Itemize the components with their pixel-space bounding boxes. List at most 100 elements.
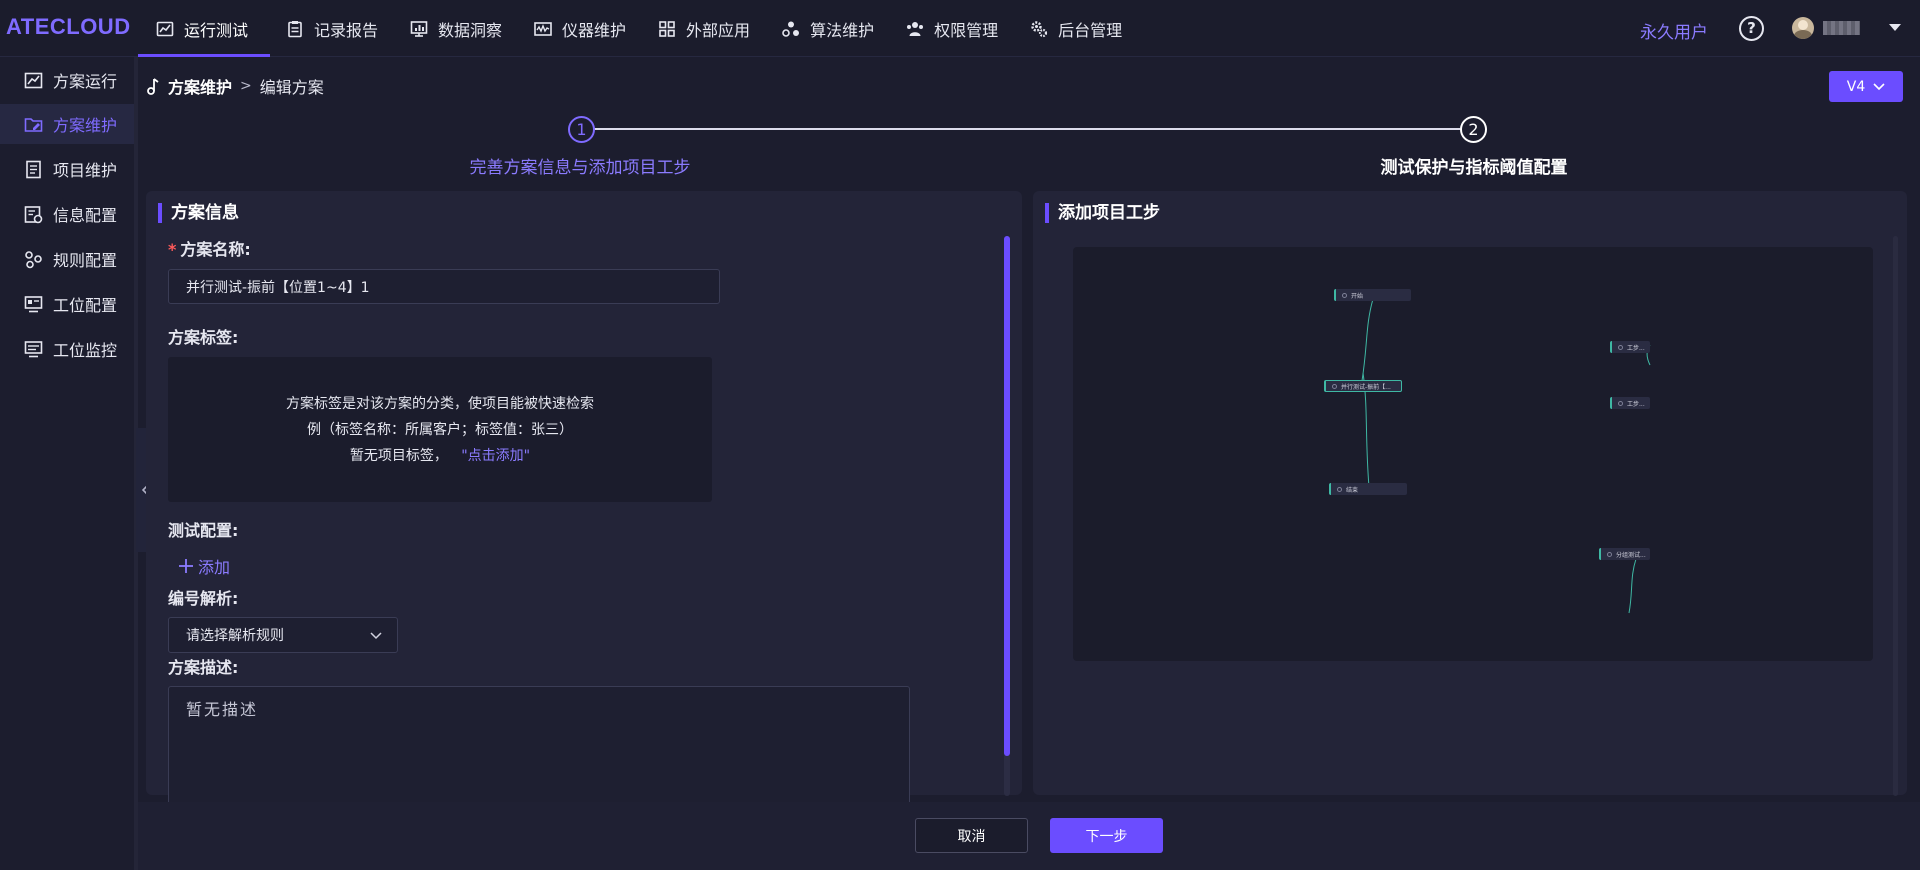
chevron-down-icon [370,632,382,640]
nav-item-label: 数据洞察 [438,20,503,40]
add-button-label: 添加 [198,558,231,577]
flow-node-right-2[interactable]: 工步... [1610,397,1650,409]
node-dot-icon [1618,344,1623,350]
folder-edit-icon [24,117,43,132]
node-label: 工步... [1627,400,1645,408]
nav-item-data-insight[interactable]: 数据洞察 [394,0,518,57]
right-panel-scrollbar-track[interactable] [1893,236,1898,796]
node-dot-icon [1332,383,1337,389]
footer-bar [138,802,1920,870]
chart-line-icon [24,72,43,88]
sidebar-item-plan-run[interactable]: 方案运行 [0,60,134,100]
flow-edges [1360,298,1651,614]
next-step-button[interactable]: 下一步 [1050,818,1163,853]
clipboard-icon [288,20,302,37]
sidebar-item-station-monitor[interactable]: 工位监控 [0,329,134,369]
node-dot-icon [1342,292,1347,298]
plan-tags-label: 方案标签: [168,328,239,347]
nav-item-run-test[interactable]: 运行测试 [138,0,270,57]
parse-rule-label: 编号解析: [168,589,239,608]
plan-name-input[interactable]: 并行测试-振前【位置1~4】1 [168,269,720,304]
document-icon [26,160,41,178]
nav-item-label: 记录报告 [314,20,379,40]
breadcrumb-root[interactable]: 方案维护 [168,74,232,98]
sidebar-item-label: 工位配置 [53,296,118,315]
node-dot-icon [1337,486,1342,492]
sidebar-item-label: 项目维护 [53,161,118,180]
users-icon [907,21,924,36]
molecule-icon [782,21,800,37]
avatar[interactable] [1792,17,1814,39]
oscilloscope-icon [534,21,552,36]
nav-item-label: 外部应用 [686,20,751,40]
node-dot-icon [1607,551,1612,557]
node-label: 工步... [1627,344,1645,352]
step-progress-line [594,128,1460,130]
nav-item-external-apps[interactable]: 外部应用 [642,0,766,57]
node-label: 开始 [1351,292,1364,300]
sidebar-item-label: 方案运行 [53,72,118,91]
sidebar-item-label: 工位监控 [53,341,118,360]
nav-item-instrument-maintenance[interactable]: 仪器维护 [518,0,642,57]
plan-name-label: * 方案名称: [168,236,251,260]
nav-item-record-report[interactable]: 记录报告 [270,0,394,57]
plan-desc-textarea[interactable]: 暂无描述 [168,686,910,806]
nav-item-label: 后台管理 [1058,20,1123,40]
plan-info-panel: 方案信息 * 方案名称: 并行测试-振前【位置1~4】1 方案标签: 方案标签是对… [146,191,1022,806]
flow-node-end[interactable]: 结束 [1329,483,1407,495]
nav-item-backend-management[interactable]: 后台管理 [1014,0,1138,57]
node-label: 并行测试-振前【... [1341,383,1391,391]
flow-canvas[interactable]: 开始 并行测试-振前【... 结束 工步... 工步... 分组测试... [1073,247,1873,661]
parse-rule-placeholder: 请选择解析规则 [186,628,284,644]
monitor-icon [24,340,43,357]
parse-rule-select[interactable]: 请选择解析规则 [168,617,398,653]
flow-node-right-1[interactable]: 工步... [1610,341,1650,353]
app-logo[interactable]: ATECLOUD [6,14,131,40]
user-type-label: 永久用户 [1640,23,1708,43]
sidebar-item-rule-config[interactable]: 规则配置 [0,239,134,279]
workstation-icon [24,295,43,312]
plan-tags-area: 方案标签是对该方案的分类，使项目能被快速检索 例（标签名称：所属客户；标签值：张… [168,357,712,502]
sidebar-item-station-config[interactable]: 工位配置 [0,284,134,324]
nav-item-label: 权限管理 [934,20,999,40]
plan-desc-value: 暂无描述 [186,700,259,719]
user-name-redacted[interactable] [1823,21,1860,35]
tags-hint-line2: 例（标签名称：所属客户；标签值：张三） [307,422,573,438]
node-dot-icon [1618,400,1623,406]
breadcrumb-separator: > [240,78,252,94]
flow-node-right-3[interactable]: 分组测试... [1599,548,1650,560]
version-select[interactable]: V4 [1829,71,1903,102]
add-tag-link[interactable]: "点击添加" [461,448,530,464]
sidebar-item-plan-maintenance[interactable]: 方案维护 [0,104,134,144]
step-2-indicator: 2 [1460,116,1487,143]
sidebar-item-project-maintenance[interactable]: 项目维护 [0,149,134,189]
plan-info-title: 方案信息 [158,203,239,223]
plan-name-label-text: 方案名称: [180,240,251,259]
sidebar-item-label: 方案维护 [53,116,118,135]
chevron-down-icon [1873,82,1885,90]
nav-item-permission-management[interactable]: 权限管理 [890,0,1014,57]
help-icon[interactable]: ? [1739,16,1764,41]
nav-item-algorithm-maintenance[interactable]: 算法维护 [766,0,890,57]
flow-node-start[interactable]: 开始 [1334,289,1411,301]
add-test-config-button[interactable]: 添加 [178,554,230,578]
step-2-label: 测试保护与指标阈值配置 [1380,158,1568,178]
info-settings-icon [24,205,43,223]
breadcrumb-current: 编辑方案 [259,78,324,97]
flow-node-parallel-test[interactable]: 并行测试-振前【... [1324,380,1402,392]
cancel-button[interactable]: 取消 [915,818,1028,853]
sidebar-item-label: 规则配置 [53,251,118,270]
sidebar-item-info-config[interactable]: 信息配置 [0,194,134,234]
plan-desc-label: 方案描述: [168,658,239,677]
project-steps-title: 添加项目工步 [1045,203,1160,223]
breadcrumb: 方案维护 > 编辑方案 [146,74,324,98]
version-label: V4 [1846,78,1866,95]
chart-line-icon [156,21,174,36]
plan-name-value: 并行测试-振前【位置1~4】1 [186,279,370,296]
test-config-label: 测试配置: [168,521,239,540]
step-1-indicator: 1 [568,116,595,143]
node-label: 结束 [1346,486,1359,494]
node-label: 分组测试... [1616,551,1646,559]
left-panel-scrollbar-thumb[interactable] [1004,236,1010,756]
chevron-down-icon[interactable] [1889,24,1901,31]
